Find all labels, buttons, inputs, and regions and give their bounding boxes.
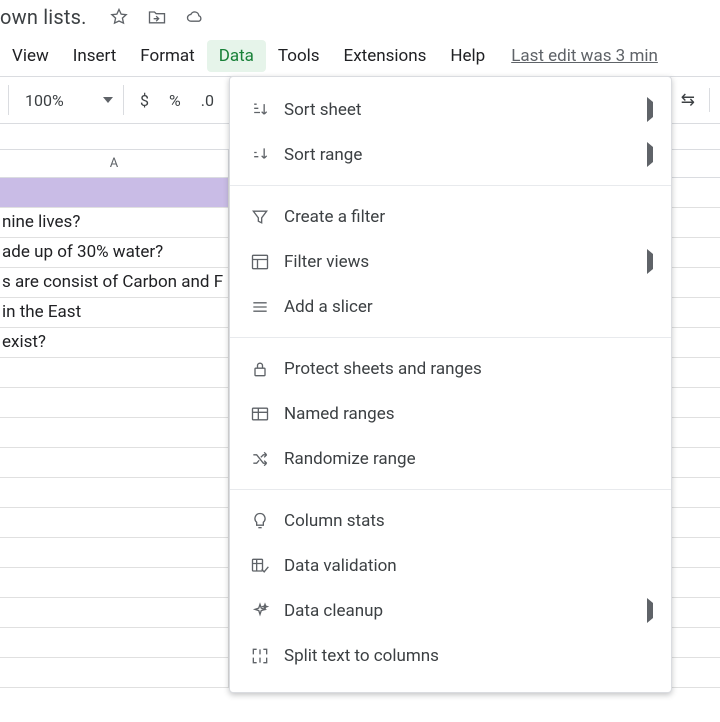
menu-data[interactable]: Data <box>207 40 266 72</box>
menuitem-data-validation[interactable]: Data validation <box>230 543 671 588</box>
menu-extensions[interactable]: Extensions <box>332 40 439 72</box>
bulb-icon <box>250 511 284 531</box>
filter-icon <box>250 207 284 227</box>
menu-tools[interactable]: Tools <box>266 40 332 72</box>
menuitem-create-filter[interactable]: Create a filter <box>230 194 671 239</box>
cloud-status-icon[interactable] <box>185 7 205 27</box>
menuitem-label: Sort sheet <box>284 100 647 120</box>
submenu-arrow-icon <box>647 147 653 162</box>
menuitem-label: Protect sheets and ranges <box>284 359 653 379</box>
submenu-arrow-icon <box>647 603 653 618</box>
menuitem-label: Data cleanup <box>284 601 647 621</box>
menuitem-split-text[interactable]: Split text to columns <box>230 633 671 678</box>
submenu-arrow-icon <box>647 254 653 269</box>
menu-insert[interactable]: Insert <box>61 40 129 72</box>
menuitem-label: Data validation <box>284 556 653 576</box>
menuitem-label: Randomize range <box>284 449 653 469</box>
cell[interactable]: ade up of 30% water? <box>0 238 229 267</box>
cell[interactable]: in the East <box>0 298 229 327</box>
menuitem-label: Create a filter <box>284 207 653 227</box>
cell[interactable]: exist? <box>0 328 229 357</box>
toolbar-separator <box>709 88 710 112</box>
sort-sheet-icon <box>250 100 284 120</box>
cell[interactable] <box>0 508 229 537</box>
format-currency-button[interactable]: $ <box>130 85 159 116</box>
format-percent-button[interactable]: % <box>159 85 191 116</box>
cell[interactable] <box>0 568 229 597</box>
cell[interactable] <box>0 448 229 477</box>
menuitem-randomize[interactable]: Randomize range <box>230 436 671 481</box>
sort-range-icon <box>250 145 284 165</box>
cell[interactable] <box>0 178 229 207</box>
cell[interactable] <box>0 538 229 567</box>
menuitem-sort-sheet[interactable]: Sort sheet <box>230 87 671 132</box>
zoom-value: 100% <box>25 91 64 110</box>
chevron-down-icon <box>103 97 113 103</box>
cell[interactable]: nine lives? <box>0 208 229 237</box>
data-menu-dropdown: Sort sheet Sort range Create a filter Filte… <box>229 76 672 693</box>
lock-icon <box>250 359 284 379</box>
cell[interactable]: s are consist of Carbon and F <box>0 268 229 297</box>
column-header-a[interactable]: A <box>0 150 229 177</box>
menuitem-sort-range[interactable]: Sort range <box>230 132 671 177</box>
slicer-icon <box>250 297 284 317</box>
named-ranges-icon <box>250 404 284 424</box>
validation-icon <box>250 556 284 576</box>
menuitem-protect[interactable]: Protect sheets and ranges <box>230 346 671 391</box>
cell[interactable] <box>0 658 229 687</box>
menu-view[interactable]: View <box>0 40 61 72</box>
toolbar-separator <box>8 85 9 115</box>
menubar: ViewInsertFormatDataToolsExtensionsHelp L… <box>0 36 720 76</box>
doc-title-fragment[interactable]: own lists. <box>0 5 87 29</box>
menuitem-filter-views[interactable]: Filter views <box>230 239 671 284</box>
menuitem-label: Filter views <box>284 252 647 272</box>
cell[interactable] <box>0 388 229 417</box>
menu-help[interactable]: Help <box>438 40 497 72</box>
sparkle-icon <box>250 601 284 621</box>
menuitem-column-stats[interactable]: Column stats <box>230 498 671 543</box>
star-icon[interactable] <box>109 7 129 27</box>
menuitem-label: Add a slicer <box>284 297 653 317</box>
move-folder-icon[interactable] <box>147 7 167 27</box>
menuitem-named-ranges[interactable]: Named ranges <box>230 391 671 436</box>
cell[interactable] <box>0 628 229 657</box>
menu-format[interactable]: Format <box>128 40 206 72</box>
menuitem-label: Split text to columns <box>284 646 653 666</box>
split-icon <box>250 646 284 666</box>
titlebar: own lists. <box>0 0 720 30</box>
menuitem-data-cleanup[interactable]: Data cleanup <box>230 588 671 633</box>
decrease-decimal-button[interactable]: .0 <box>191 85 224 116</box>
menuitem-label: Sort range <box>284 145 647 165</box>
cell[interactable] <box>0 478 229 507</box>
cell[interactable] <box>0 598 229 627</box>
menuitem-add-slicer[interactable]: Add a slicer <box>230 284 671 329</box>
menuitem-label: Named ranges <box>284 404 653 424</box>
shuffle-icon <box>250 449 284 469</box>
toolbar-separator <box>123 85 124 115</box>
cell[interactable] <box>0 358 229 387</box>
last-edit-link[interactable]: Last edit was 3 min <box>511 46 658 66</box>
zoom-combo[interactable]: 100% <box>15 85 117 116</box>
text-rotation-icon[interactable]: ⇆ <box>681 90 695 110</box>
submenu-arrow-icon <box>647 102 653 117</box>
menuitem-label: Column stats <box>284 511 653 531</box>
filter-views-icon <box>250 252 284 272</box>
cell[interactable] <box>0 418 229 447</box>
